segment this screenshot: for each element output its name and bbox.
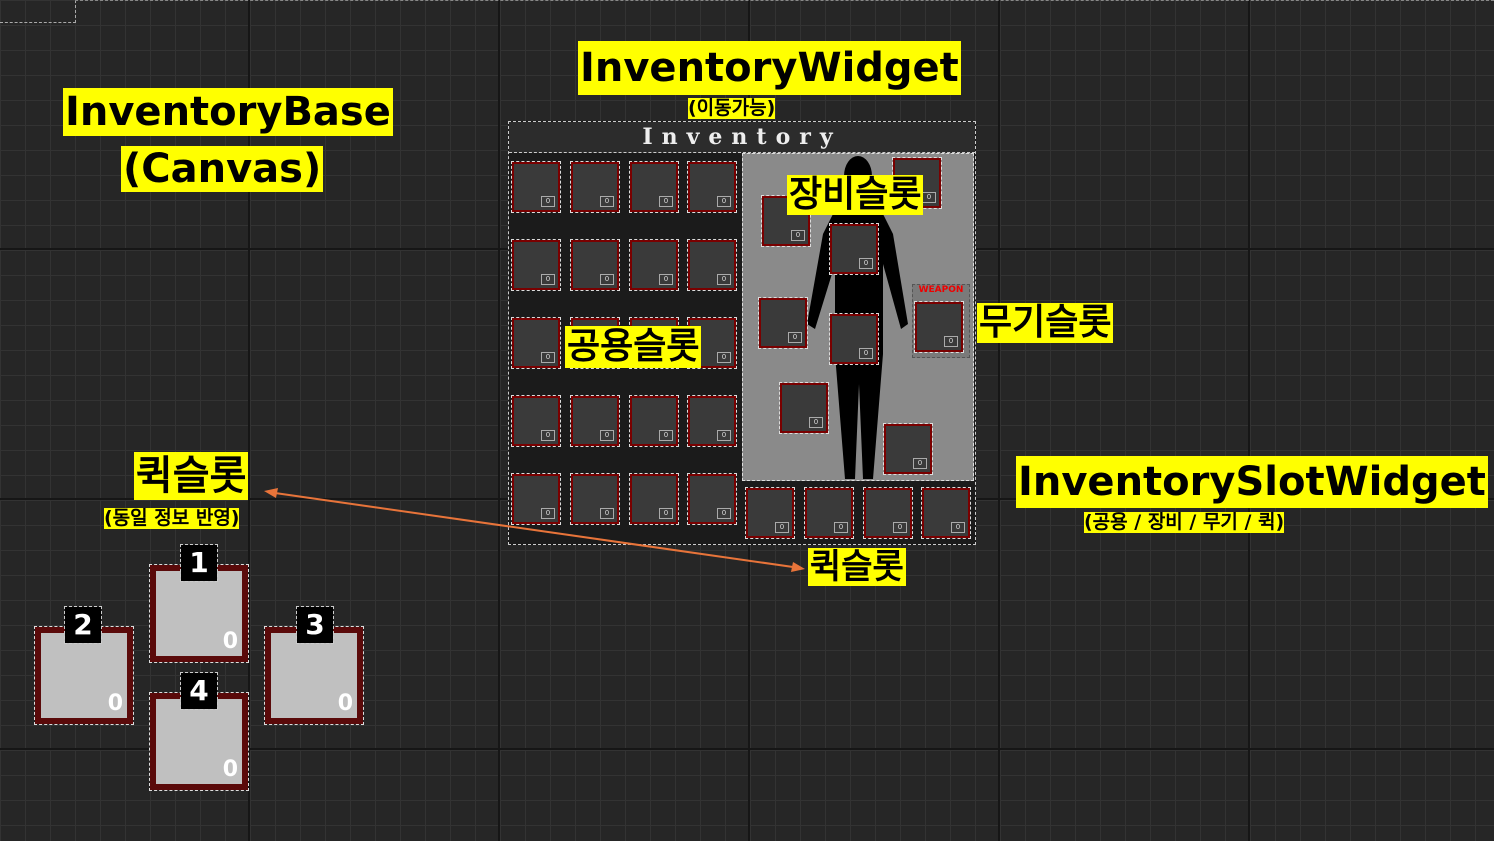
quick-slot-key-4: 4	[180, 672, 218, 710]
slot-count: 0	[222, 757, 238, 782]
arrow-head-right-icon	[791, 562, 805, 572]
quick-slot-key-3: 3	[296, 606, 334, 644]
arrow-head-left-icon	[264, 488, 278, 498]
quick-slot-key-1: 1	[180, 544, 218, 582]
slot-count: 0	[222, 629, 238, 654]
slot-count: 0	[337, 691, 353, 716]
arrow-line	[267, 491, 801, 569]
slot-count: 0	[107, 691, 123, 716]
quick-slot-key-2: 2	[64, 606, 102, 644]
